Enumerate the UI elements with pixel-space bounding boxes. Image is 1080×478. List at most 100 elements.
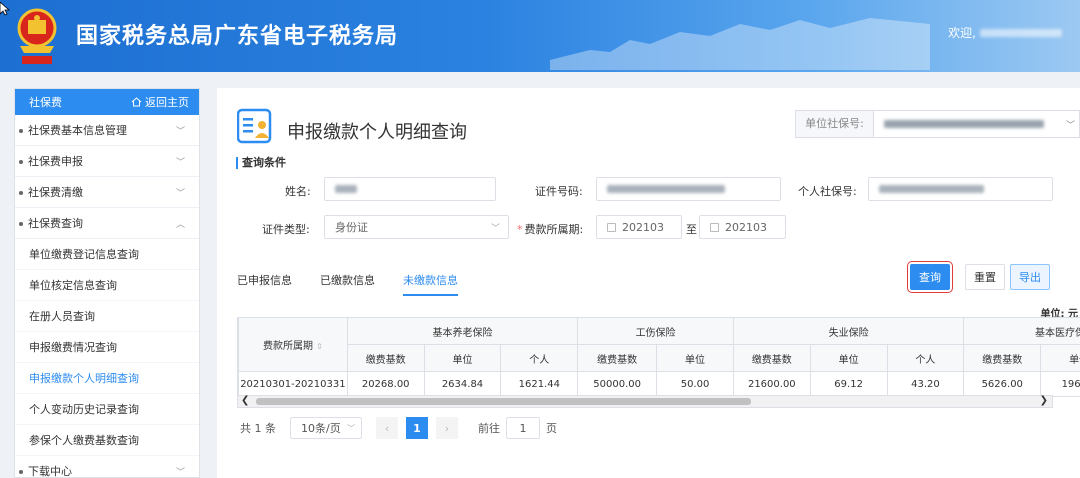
id-no-value-redacted <box>607 185 725 193</box>
query-button[interactable]: 查询 <box>907 261 953 293</box>
subheader: 缴费基数 <box>346 344 425 372</box>
sidebar-subitem-unit-verification[interactable]: 单位核定信息查询 <box>15 270 199 301</box>
unit-ss-label: 单位社保号: <box>796 111 874 137</box>
next-page-button[interactable]: › <box>436 417 458 439</box>
welcome-user[interactable]: 欢迎, <box>948 24 1062 41</box>
unit-ss-select[interactable]: 单位社保号: ﹀ <box>795 110 1080 138</box>
col-header-period[interactable]: 费款所属期 ⇕ <box>238 317 348 372</box>
table-horizontal-scrollbar[interactable]: ❮ ❯ <box>237 395 1053 408</box>
subheader: 缴费基数 <box>963 344 1042 372</box>
tab-paid[interactable]: 已缴款信息 <box>320 272 375 296</box>
prev-page-button[interactable]: ‹ <box>376 417 398 439</box>
sidebar-item-label: 社保费清缴 <box>28 186 83 199</box>
personal-ss-input[interactable] <box>868 177 1053 201</box>
id-type-label: 证件类型: <box>262 223 310 236</box>
table-cell: 21600.00 <box>732 371 811 397</box>
period-label-text: 费款所属期: <box>524 223 584 236</box>
table-cell: 1621.44 <box>500 371 579 397</box>
sidebar-subitem-change-history[interactable]: 个人变动历史记录查询 <box>15 394 199 425</box>
page-title: 申报缴款个人明细查询 <box>287 122 467 143</box>
sidebar-subitem-registered-staff[interactable]: 在册人员查询 <box>15 301 199 332</box>
sidebar-subitem-declaration-status[interactable]: 申报缴费情况查询 <box>15 332 199 363</box>
sort-icon[interactable]: ⇕ <box>316 342 323 351</box>
sidebar-item-label: 社保费申报 <box>28 155 83 168</box>
welcome-label: 欢迎, <box>948 26 976 40</box>
result-tabs: 已申报信息 已缴款信息 未缴款信息 <box>237 272 458 296</box>
goto-page-input[interactable]: 1 <box>506 417 540 439</box>
subheader: 单位 <box>1040 344 1080 372</box>
table-cell: 196.91 <box>1040 371 1080 397</box>
username-redacted <box>980 28 1062 37</box>
sidebar: 社保费 返回主页 社保费基本信息管理 ﹀ 社保费申报 ﹀ 社保费清缴 ﹀ 社保费… <box>14 88 200 478</box>
table-row: 20210301-20210331 20268.00 2634.84 1621.… <box>238 371 1080 397</box>
sidebar-subitem-personal-detail[interactable]: 申报缴款个人明细查询 <box>15 363 199 394</box>
table-cell: 43.20 <box>886 371 965 397</box>
personal-ss-value-redacted <box>879 185 984 193</box>
period-to-label: 至 <box>686 223 697 236</box>
bullet-icon <box>19 191 23 195</box>
pagination: 共 1 条 10条/页 ﹀ ‹ 1 › 前往 1 页 <box>240 417 557 439</box>
calendar-icon <box>607 222 616 232</box>
tax-emblem-logo <box>17 8 57 64</box>
table-cell: 69.12 <box>809 371 888 397</box>
page-size-select[interactable]: 10条/页 ﹀ <box>290 417 362 439</box>
id-no-input[interactable] <box>596 177 781 201</box>
period-end-value: 202103 <box>725 220 767 234</box>
sidebar-item-payment[interactable]: 社保费清缴 ﹀ <box>15 177 199 208</box>
home-link[interactable]: 返回主页 <box>131 94 189 110</box>
bullet-icon <box>19 129 23 133</box>
subheader: 个人 <box>500 344 579 372</box>
scroll-left-icon[interactable]: ❮ <box>241 395 249 406</box>
sidebar-item-label: 下载中心 <box>28 465 72 478</box>
table-cell: 20210301-20210331 <box>238 371 348 397</box>
scrollbar-thumb[interactable] <box>256 398 751 405</box>
sidebar-item-download-center[interactable]: 下载中心 ﹀ <box>15 456 199 478</box>
sidebar-subitem-unit-registration[interactable]: 单位缴费登记信息查询 <box>15 239 199 270</box>
period-label: * 费款所属期: <box>517 221 583 237</box>
chevron-up-icon: ︿ <box>175 219 185 230</box>
sidebar-header: 社保费 返回主页 <box>15 89 199 115</box>
sidebar-subitem-contribution-base[interactable]: 参保个人缴费基数查询 <box>15 425 199 456</box>
period-start-input[interactable]: 202103 <box>596 215 682 239</box>
subheader: 个人 <box>886 344 965 372</box>
period-start-value: 202103 <box>622 220 664 234</box>
top-header: 国家税务总局广东省电子税务局 欢迎, <box>0 0 1080 72</box>
id-type-value: 身份证 <box>335 221 368 234</box>
main-panel: 申报缴款个人明细查询 单位社保号: ﹀ 查询条件 姓名: 证件号码: 个人社保号… <box>217 88 1080 478</box>
table-cell: 5626.00 <box>963 371 1042 397</box>
page-number-current[interactable]: 1 <box>406 417 428 439</box>
id-type-select[interactable]: 身份证 ﹀ <box>324 215 509 239</box>
subheader: 单位 <box>809 344 888 372</box>
table-cell: 2634.84 <box>423 371 502 397</box>
document-user-icon <box>237 108 272 144</box>
unit-ss-value-redacted <box>884 120 1044 128</box>
chevron-down-icon: ﹀ <box>347 423 355 433</box>
group-header-injury: 工伤保险 <box>577 317 734 345</box>
subheader: 缴费基数 <box>577 344 658 372</box>
subheader: 缴费基数 <box>732 344 811 372</box>
export-button[interactable]: 导出 <box>1010 264 1050 290</box>
table-cell: 50000.00 <box>577 371 658 397</box>
group-header-pension: 基本养老保险 <box>346 317 579 345</box>
table-cell: 20268.00 <box>346 371 425 397</box>
sidebar-item-query[interactable]: 社保费查询 ︿ <box>15 208 199 239</box>
sidebar-item-declaration[interactable]: 社保费申报 ﹀ <box>15 146 199 177</box>
period-end-input[interactable]: 202103 <box>699 215 786 239</box>
name-input[interactable] <box>324 177 496 201</box>
required-asterisk: * <box>517 223 523 236</box>
scroll-right-icon[interactable]: ❯ <box>1040 395 1048 406</box>
tab-unpaid[interactable]: 未缴款信息 <box>403 272 458 296</box>
chevron-down-icon: ﹀ <box>175 126 185 137</box>
subheader: 单位 <box>656 344 734 372</box>
chevron-right-icon: › <box>444 421 450 435</box>
chevron-down-icon: ﹀ <box>175 188 185 199</box>
detail-table-wrapper: 费款所属期 ⇕ 基本养老保险 工伤保险 失业保险 基本医疗保险（二 缴费基数 单… <box>237 317 1080 407</box>
reset-button[interactable]: 重置 <box>965 264 1005 290</box>
chevron-left-icon: ‹ <box>384 421 390 435</box>
tab-declared[interactable]: 已申报信息 <box>237 272 292 296</box>
sidebar-item-label: 社保费基本信息管理 <box>28 124 127 137</box>
chevron-down-icon: ﹀ <box>175 157 185 168</box>
chevron-down-icon: ﹀ <box>1065 120 1075 131</box>
col-header-period-label: 费款所属期 <box>262 341 313 352</box>
sidebar-item-basic-info[interactable]: 社保费基本信息管理 ﹀ <box>15 115 199 146</box>
